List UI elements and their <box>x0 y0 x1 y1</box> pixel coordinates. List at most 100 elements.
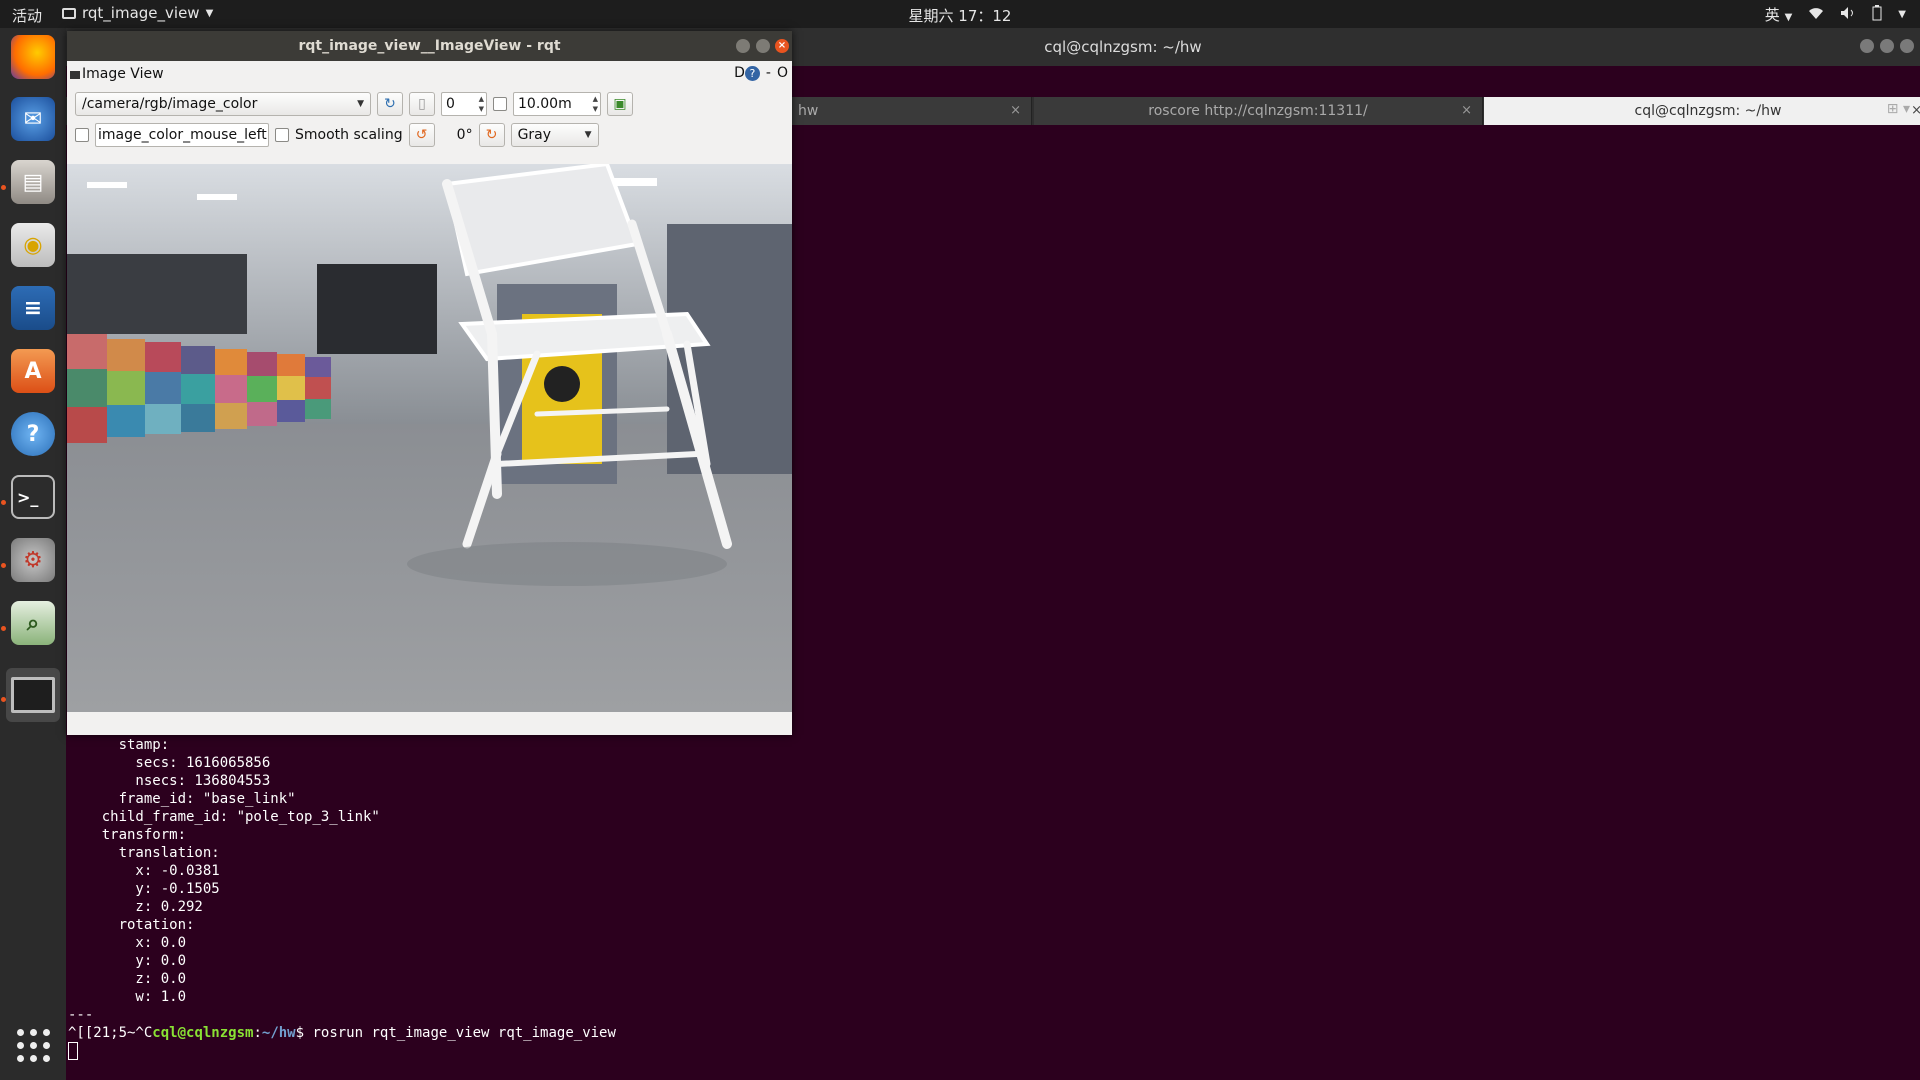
prompt-user: cql@cqlnzgsm <box>152 1025 254 1041</box>
terminal-line: y: -0.1505 <box>68 881 220 897</box>
spin-arrows-icon[interactable]: ▲ ▼ <box>479 94 484 114</box>
wifi-icon[interactable] <box>1808 6 1824 24</box>
maximize-icon[interactable] <box>756 39 770 53</box>
battery-icon[interactable] <box>1872 4 1882 25</box>
maximize-icon[interactable] <box>1880 39 1894 53</box>
terminal-line: z: 0.292 <box>68 899 203 915</box>
terminal-line: transform: <box>68 827 187 843</box>
dock-rhythmbox[interactable]: ◉ <box>6 218 60 272</box>
pause-icon: ▯ <box>418 96 426 112</box>
smooth-scaling-label: Smooth scaling <box>295 127 403 143</box>
camera-image[interactable]: rqt_image_view <box>67 164 792 712</box>
terminal-line: frame_id: "base_link" <box>68 791 296 807</box>
terminal-cursor <box>68 1042 78 1060</box>
volume-icon[interactable] <box>1840 6 1856 24</box>
terminal-line: nsecs: 136804553 <box>68 773 271 789</box>
dock-help[interactable]: ? <box>6 407 60 461</box>
close-icon[interactable] <box>1900 39 1914 53</box>
spin-arrows-icon[interactable]: ▲ ▼ <box>593 94 598 114</box>
terminal-line: z: 0.0 <box>68 971 187 987</box>
dock-software[interactable]: A <box>6 344 60 398</box>
rqt-titlebar[interactable]: rqt_image_view__ImageView - rqt × <box>67 31 792 61</box>
save-image-button[interactable]: ▣ <box>607 92 633 116</box>
dock-rqt-window[interactable] <box>6 668 60 722</box>
system-tray[interactable]: 英 ▼ ▼ <box>1765 4 1906 25</box>
zoom-spinbox[interactable]: 0 ▲ ▼ <box>441 92 487 116</box>
terminal-line: y: 0.0 <box>68 953 187 969</box>
chevron-down-icon: ▼ <box>1784 12 1793 23</box>
dock-d-label: D <box>734 65 745 81</box>
terminal-line: translation: <box>68 845 220 861</box>
minimize-icon[interactable] <box>736 39 750 53</box>
chevron-down-icon: ▼ <box>584 130 592 140</box>
color-scheme-value: Gray <box>517 127 552 143</box>
refresh-topics-button[interactable]: ↻ <box>377 92 403 116</box>
topic-select[interactable]: /camera/rgb/image_color ▼ <box>75 92 371 116</box>
dock-files[interactable]: ▤ <box>6 155 60 209</box>
dock: ✉ ▤ ◉ ≡ A ? >_ ⚙ ⌕ <box>0 28 66 1080</box>
terminal-icon: >_ <box>11 475 55 519</box>
max-range-spinbox[interactable]: 10.00m ▲ ▼ <box>513 92 601 116</box>
dock-image-viewer[interactable]: ⌕ <box>6 596 60 650</box>
rotation-label: 0° <box>456 127 473 143</box>
rhythmbox-icon: ◉ <box>11 223 55 267</box>
dock-d-button[interactable]: D? <box>734 65 760 81</box>
dock-thunderbird[interactable]: ✉ <box>6 92 60 146</box>
tab-label: roscore http://cqlnzgsm:11311/ <box>1148 103 1368 119</box>
terminal-output[interactable]: stamp: secs: 1616065856 nsecs: 136804553… <box>68 736 616 1060</box>
top-panel: 活动 rqt_image_view ▼ 星期六 17：12 英 ▼ ▼ <box>0 0 1920 28</box>
terminal-tab-home[interactable]: cql@cqlnzgsm: ~/hw × <box>1484 97 1920 125</box>
prompt-line: ^[[21;5~^Ccql@cqlnzgsm:~/hw$ rosrun rqt_… <box>68 1024 616 1042</box>
app-grid-icon <box>16 1028 50 1062</box>
input-method-indicator[interactable]: 英 ▼ <box>1765 4 1793 25</box>
close-tab-icon[interactable]: × <box>1461 97 1472 125</box>
toolbar-row-2: image_color_mouse_left Smooth scaling ↺ … <box>75 122 599 148</box>
terminal-line: secs: 1616065856 <box>68 755 271 771</box>
publish-click-checkbox[interactable] <box>75 128 89 142</box>
terminal-line: --- <box>68 1007 94 1023</box>
thunderbird-icon: ✉ <box>11 97 55 141</box>
files-icon: ▤ <box>11 160 55 204</box>
chevron-down-icon: ▼ <box>357 99 364 109</box>
rqt-title: rqt_image_view__ImageView - rqt <box>298 38 561 54</box>
clock[interactable]: 星期六 17：12 <box>0 5 1920 26</box>
minimize-icon[interactable] <box>1860 39 1874 53</box>
smooth-scaling-checkbox[interactable] <box>275 128 289 142</box>
new-tab-menu-icon[interactable]: ⊞ ▾ <box>1887 101 1910 117</box>
terminal-tab-hw[interactable]: hw × <box>792 97 1032 125</box>
prompt-prefix: ^[[21;5~^C <box>68 1025 153 1041</box>
close-tab-icon[interactable]: × <box>1911 97 1920 125</box>
terminal-lines: stamp: secs: 1616065856 nsecs: 136804553… <box>68 736 616 1024</box>
rotate-left-icon: ↺ <box>415 127 428 143</box>
pause-button[interactable]: ▯ <box>409 92 435 116</box>
close-icon[interactable]: × <box>775 39 789 53</box>
dock-settings[interactable]: ⚙ <box>6 533 60 587</box>
help-icon: ? <box>11 412 55 456</box>
toolbar-row-1: /camera/rgb/image_color ▼ ↻ ▯ 0 ▲ ▼ 10.00… <box>75 91 633 117</box>
prompt-command: rosrun rqt_image_view rqt_image_view <box>312 1025 616 1041</box>
firefox-icon <box>11 35 55 79</box>
rqt-window-icon <box>11 677 55 713</box>
close-plugin-button[interactable]: O <box>777 65 788 81</box>
terminal-tab-roscore[interactable]: roscore http://cqlnzgsm:11311/ × <box>1034 97 1483 125</box>
plugin-title: Image View <box>82 66 164 82</box>
rotate-left-button[interactable]: ↺ <box>408 123 435 147</box>
plugin-header: Image View D? - O <box>67 62 792 86</box>
max-range-value: 10.00m <box>518 96 572 112</box>
color-scheme-select[interactable]: Gray ▼ <box>510 123 599 147</box>
dock-writer[interactable]: ≡ <box>6 281 60 335</box>
drag-handle-icon[interactable] <box>70 71 80 79</box>
minimize-plugin-button[interactable]: - <box>766 65 771 81</box>
tab-label: hw <box>798 103 819 119</box>
show-applications-button[interactable] <box>6 1018 60 1072</box>
dock-terminal[interactable]: >_ <box>6 470 60 524</box>
dynamic-range-checkbox[interactable] <box>493 97 507 111</box>
close-tab-icon[interactable]: × <box>1010 97 1021 125</box>
dock-firefox[interactable] <box>6 30 60 84</box>
rotate-right-button[interactable]: ↻ <box>478 123 505 147</box>
camera-image-content <box>67 164 792 712</box>
terminal-line: rotation: <box>68 917 195 933</box>
power-menu-chevron-icon[interactable]: ▼ <box>1898 9 1906 20</box>
mouse-topic-field[interactable]: image_color_mouse_left <box>95 123 269 147</box>
zoom-value: 0 <box>446 96 455 112</box>
